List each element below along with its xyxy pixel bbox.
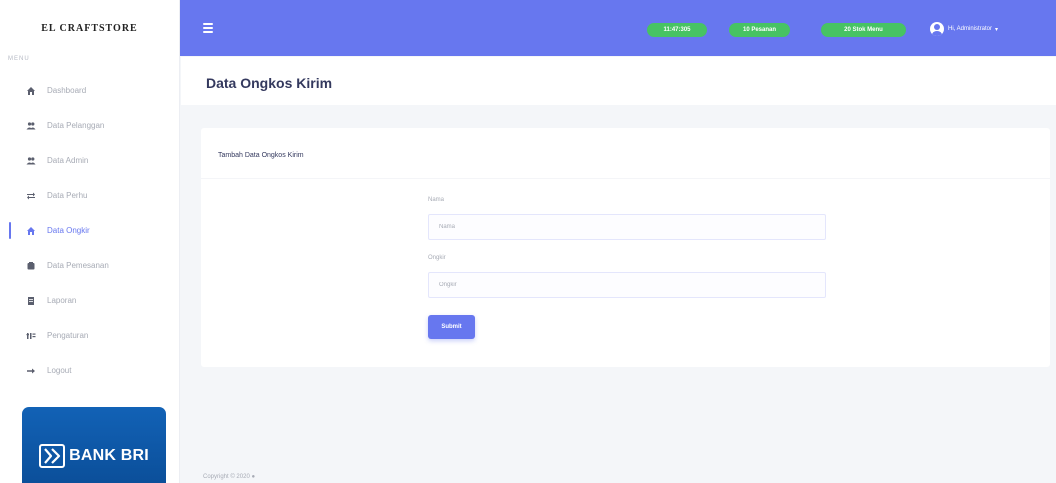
users-icon	[25, 155, 37, 167]
sidebar-item-label: Dashboard	[47, 86, 87, 95]
sidebar-item-data-perhu[interactable]: Data Perhu	[0, 178, 179, 213]
section-header: Data Ongkos Kirim	[181, 57, 1056, 105]
sidebar-item-label: Data Ongkir	[47, 226, 90, 235]
card-divider	[201, 178, 1050, 179]
sidebar-item-pengaturan[interactable]: Pengaturan	[0, 318, 179, 353]
topbar: 11:47:305 10 Pesanan 20 Stok Menu Hi, Ad…	[180, 0, 1056, 56]
avatar	[930, 22, 944, 36]
time-badge[interactable]: 11:47:305	[647, 23, 707, 37]
nama-input[interactable]	[428, 214, 826, 240]
ongkir-label: Ongkir	[428, 255, 446, 261]
sidebar-item-dashboard[interactable]: Dashboard	[0, 73, 179, 108]
sidebar-item-label: Data Pelanggan	[47, 121, 105, 130]
logout-icon	[25, 365, 37, 377]
sidebar-item-label: Pengaturan	[47, 331, 89, 340]
sidebar-item-data-admin[interactable]: Data Admin	[0, 143, 179, 178]
stock-badge[interactable]: 20 Stok Menu	[821, 23, 906, 37]
sidebar-item-label: Data Perhu	[47, 191, 88, 200]
sidebar-item-label: Logout	[47, 366, 72, 375]
sidebar-item-logout[interactable]: Logout	[0, 353, 179, 388]
submit-button[interactable]: Submit	[428, 315, 475, 339]
bank-bri-logo: BANK BRI	[22, 407, 166, 483]
nama-label: Nama	[428, 197, 445, 203]
bank-bri-text: BANK BRI	[69, 447, 149, 464]
sidebar-item-label: Data Admin	[47, 156, 89, 165]
home-icon	[25, 85, 37, 97]
sidebar: EL CRAFTSTORE MENU Dashboard Data Pelang…	[0, 0, 180, 483]
box-icon	[25, 260, 37, 272]
page-title: Data Ongkos Kirim	[206, 75, 333, 91]
user-name: Hi, Administrator	[948, 26, 993, 32]
hamburger-menu-icon[interactable]	[203, 23, 213, 33]
card-title: Tambah Data Ongkos Kirim	[218, 152, 304, 159]
sidebar-item-label: Laporan	[47, 296, 77, 305]
user-menu[interactable]: Hi, Administrator ▾	[930, 22, 998, 36]
orders-badge[interactable]: 10 Pesanan	[729, 23, 790, 37]
sidebar-item-data-pemesanan[interactable]: Data Pemesanan	[0, 248, 179, 283]
footer-copyright: Copyright © 2020 ●	[203, 474, 256, 480]
menu-header: MENU	[8, 56, 30, 62]
exchange-icon	[25, 190, 37, 202]
settings-icon	[25, 330, 37, 342]
sidebar-nav: Dashboard Data Pelanggan Data Admin Data…	[0, 73, 179, 388]
sidebar-item-label: Data Pemesanan	[47, 261, 109, 270]
chevron-down-icon: ▾	[995, 26, 999, 33]
form-card: Tambah Data Ongkos Kirim Nama Ongkir Sub…	[201, 128, 1050, 367]
truck-icon	[25, 225, 37, 237]
sidebar-item-laporan[interactable]: Laporan	[0, 283, 179, 318]
report-icon	[25, 295, 37, 307]
users-icon	[25, 120, 37, 132]
sidebar-item-data-pelanggan[interactable]: Data Pelanggan	[0, 108, 179, 143]
bri-mark-icon	[39, 444, 66, 468]
brand-title[interactable]: EL CRAFTSTORE	[0, 0, 179, 56]
ongkir-input[interactable]	[428, 272, 826, 298]
sidebar-item-data-ongkir[interactable]: Data Ongkir	[0, 213, 179, 248]
